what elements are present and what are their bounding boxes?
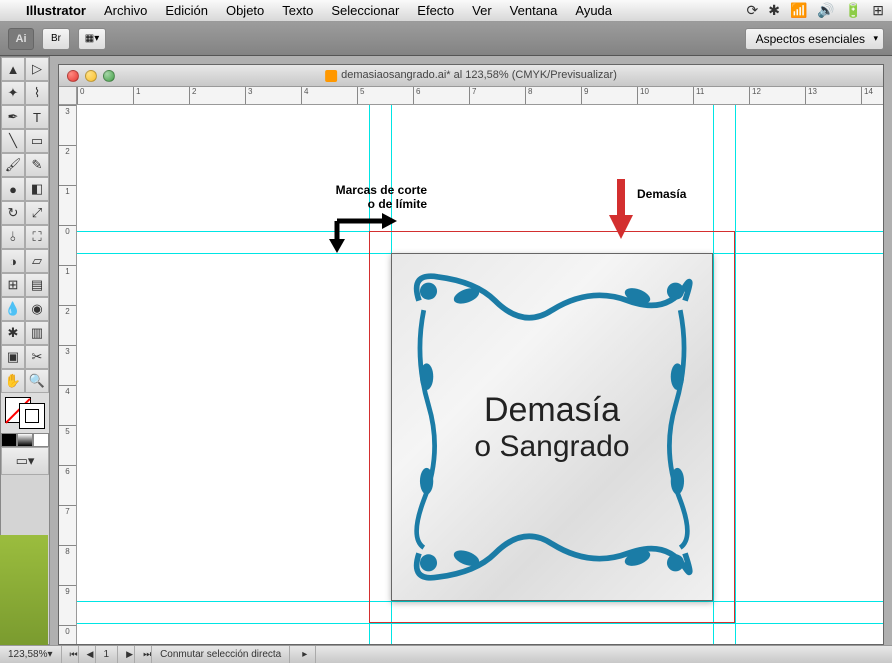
guide[interactable]: [735, 105, 736, 644]
pen-tool[interactable]: ✒: [1, 105, 25, 129]
paintbrush-tool[interactable]: 🖌: [1, 153, 25, 177]
fill-stroke-swatch[interactable]: [1, 393, 49, 433]
artboard: Demasía o Sangrado: [391, 253, 713, 601]
shape-builder-tool[interactable]: ◑: [1, 249, 25, 273]
status-bar: 123,58% ▾ ⏮ ◀ 1 ▶ ⏭ Conmutar selección d…: [0, 645, 892, 663]
ai-badge: Ai: [8, 28, 34, 50]
menu-file[interactable]: Archivo: [104, 3, 147, 18]
artboard-number[interactable]: 1: [96, 646, 119, 663]
hand-tool[interactable]: ✋: [1, 369, 25, 393]
artboard-tool[interactable]: ▣: [1, 345, 25, 369]
annotation-bleed: Demasía: [637, 187, 686, 201]
menu-type[interactable]: Texto: [282, 3, 313, 18]
direct-selection-tool[interactable]: ▷: [25, 57, 49, 81]
wifi-icon[interactable]: 📶: [790, 2, 807, 19]
sync-icon[interactable]: ⟳: [746, 2, 758, 19]
graph-tool[interactable]: ▥: [25, 321, 49, 345]
document-icon: [325, 70, 337, 82]
guide[interactable]: [77, 623, 883, 624]
main-area: ▲ ▷ ✦ ⌇ ✒ T ╲ ▭ 🖌 ✎ ● ◧ ↻ ⤢ ⫰ ⛶ ◑ ▱ ⊞ ▤ …: [0, 56, 892, 645]
volume-icon[interactable]: 🔊: [817, 2, 834, 19]
perspective-tool[interactable]: ▱: [25, 249, 49, 273]
menu-object[interactable]: Objeto: [226, 3, 264, 18]
eraser-tool[interactable]: ◧: [25, 177, 49, 201]
close-window-button[interactable]: [67, 70, 79, 82]
line-tool[interactable]: ╲: [1, 129, 25, 153]
pencil-tool[interactable]: ✎: [25, 153, 49, 177]
next-artboard-button[interactable]: ▶: [118, 646, 135, 663]
last-artboard-button[interactable]: ⏭: [135, 646, 152, 663]
menu-window[interactable]: Ventana: [510, 3, 558, 18]
prev-artboard-button[interactable]: ◀: [79, 646, 96, 663]
symbol-sprayer-tool[interactable]: ✱: [1, 321, 25, 345]
color-mode-gradient[interactable]: [17, 433, 33, 447]
stroke-swatch[interactable]: [19, 403, 45, 429]
workspace-selector[interactable]: Aspectos esenciales: [745, 28, 884, 50]
menu-edit[interactable]: Edición: [165, 3, 208, 18]
bluetooth-icon[interactable]: ✱: [768, 2, 780, 19]
zoom-tool[interactable]: 🔍: [25, 369, 49, 393]
blend-tool[interactable]: ◉: [25, 297, 49, 321]
ornamental-frame: [400, 262, 704, 592]
macos-menubar: Illustrator Archivo Edición Objeto Texto…: [0, 0, 892, 22]
minimize-window-button[interactable]: [85, 70, 97, 82]
screen-mode-button[interactable]: ▭▾: [1, 447, 49, 475]
ruler-origin[interactable]: [59, 87, 77, 105]
menu-effect[interactable]: Efecto: [417, 3, 454, 18]
menu-help[interactable]: Ayuda: [575, 3, 612, 18]
rotate-tool[interactable]: ↻: [1, 201, 25, 225]
selection-tool[interactable]: ▲: [1, 57, 25, 81]
slice-tool[interactable]: ✂: [25, 345, 49, 369]
status-tool: Conmutar selección directa: [152, 646, 290, 663]
blob-brush-tool[interactable]: ●: [1, 177, 25, 201]
arrow-bleed-icon: [609, 215, 633, 239]
magic-wand-tool[interactable]: ✦: [1, 81, 25, 105]
first-artboard-button[interactable]: ⏮: [62, 646, 79, 663]
document-title: demasiaosangrado.ai* al 123,58% (CMYK/Pr…: [325, 69, 617, 81]
rectangle-tool[interactable]: ▭: [25, 129, 49, 153]
color-mode-solid[interactable]: [1, 433, 17, 447]
arrange-button[interactable]: ▦▾: [78, 28, 106, 50]
free-transform-tool[interactable]: ⛶: [25, 225, 49, 249]
eyedropper-tool[interactable]: 💧: [1, 297, 25, 321]
spotlight-icon[interactable]: ⊞: [872, 2, 884, 19]
bridge-button[interactable]: Br: [42, 28, 70, 50]
gradient-tool[interactable]: ▤: [25, 273, 49, 297]
document-window: demasiaosangrado.ai* al 123,58% (CMYK/Pr…: [58, 64, 884, 645]
scale-tool[interactable]: ⤢: [25, 201, 49, 225]
zoom-window-button[interactable]: [103, 70, 115, 82]
arrow-cropmarks-icon: [327, 213, 397, 253]
lasso-tool[interactable]: ⌇: [25, 81, 49, 105]
document-titlebar: demasiaosangrado.ai* al 123,58% (CMYK/Pr…: [59, 65, 883, 87]
canvas[interactable]: Demasía o Sangrado Marcas de corte o de …: [77, 105, 883, 644]
status-dropdown[interactable]: ▸: [294, 646, 316, 663]
app-menu[interactable]: Illustrator: [26, 3, 86, 18]
zoom-level[interactable]: 123,58% ▾: [0, 646, 62, 663]
mesh-tool[interactable]: ⊞: [1, 273, 25, 297]
battery-icon[interactable]: 🔋: [845, 2, 862, 19]
control-bar: Ai Br ▦▾ Aspectos esenciales: [0, 22, 892, 56]
width-tool[interactable]: ⫰: [1, 225, 25, 249]
vertical-ruler[interactable]: 3 2 1 0 1 2 3 4 5 6 7 8 9 0: [59, 105, 77, 644]
green-strip: [0, 535, 48, 645]
menu-select[interactable]: Seleccionar: [331, 3, 399, 18]
horizontal-ruler[interactable]: 0 1 2 3 4 5 6 7 8 9 10 11 12 13 14: [77, 87, 883, 105]
annotation-cropmarks: Marcas de corte o de límite: [287, 183, 427, 211]
menu-view[interactable]: Ver: [472, 3, 492, 18]
color-mode-none[interactable]: [33, 433, 49, 447]
type-tool[interactable]: T: [25, 105, 49, 129]
